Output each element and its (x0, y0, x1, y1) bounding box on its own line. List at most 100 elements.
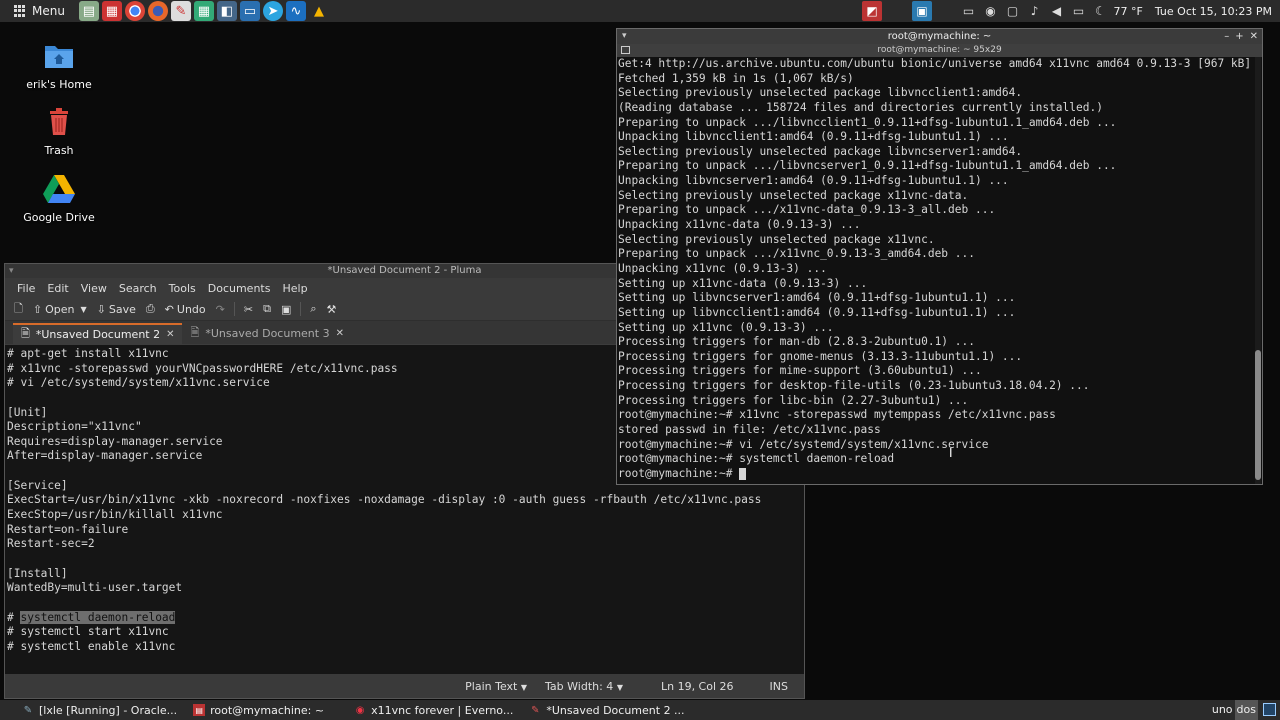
menu-help[interactable]: Help (276, 282, 313, 295)
save-button[interactable]: ⇩ Save (94, 299, 139, 319)
weather-icon[interactable]: ☾ (1092, 3, 1110, 19)
copy-button[interactable]: ⧉ (260, 299, 274, 319)
waveform-icon[interactable]: ∿ (285, 1, 306, 21)
open-button[interactable]: ⇧ Open ▼ (30, 299, 90, 319)
maximize-icon[interactable]: + (1235, 29, 1243, 44)
google-drive-icon[interactable]: ▲ (309, 1, 329, 21)
terminal-tab-header[interactable]: root@mymachine: ~ 95x29 (617, 44, 1262, 57)
desktop-icon-trash[interactable]: Trash (11, 104, 107, 157)
terminal-scrollbar[interactable] (1255, 57, 1261, 484)
terminal-prompt-line: root@mymachine:~# (618, 467, 1253, 482)
print-icon: ⎙ (145, 302, 155, 315)
print-button[interactable]: ⎙ (143, 299, 158, 319)
language-label: Plain Text (465, 679, 518, 693)
editor-line: # systemctl enable x11vnc (7, 639, 176, 653)
terminal-output[interactable]: Get:4 http://us.archive.ubuntu.com/ubunt… (617, 57, 1254, 484)
desktop-icon-google-drive[interactable]: Google Drive (11, 171, 107, 224)
workspace-uno[interactable]: uno (1210, 700, 1235, 720)
text-editor-icon: ✎ (531, 704, 540, 716)
menu-search[interactable]: Search (113, 282, 163, 295)
close-icon[interactable]: ✕ (336, 328, 344, 339)
menu-view[interactable]: View (75, 282, 113, 295)
monitor-icon[interactable]: ▭ (1070, 3, 1088, 19)
menu-file[interactable]: File (11, 282, 41, 295)
terminal-line: root@mymachine:~# vi /etc/systemd/system… (618, 437, 989, 451)
terminal-line: Preparing to unpack .../libvncclient1_0.… (618, 115, 1117, 129)
weather-temp[interactable]: 77 °F (1114, 5, 1143, 18)
menu-tools[interactable]: Tools (163, 282, 202, 295)
toolbar-separator (233, 302, 235, 316)
editor-line: Restart=on-failure (7, 522, 129, 536)
document-icon: 🗎 (21, 327, 30, 340)
window-menu-icon[interactable]: ▾ (622, 29, 627, 44)
menu-button[interactable]: Menu (0, 0, 73, 22)
text-editor-icon[interactable]: ✎ (170, 1, 191, 21)
pluma-statusbar: Plain Text ▼ Tab Width: 4 ▼ Ln 19, Col 2… (5, 674, 804, 698)
workspace-dos[interactable]: dos (1234, 700, 1258, 720)
firefox-icon[interactable] (147, 1, 168, 21)
menu-edit[interactable]: Edit (41, 282, 74, 295)
telegram-icon[interactable]: ➤ (262, 1, 283, 21)
terminal-line: Unpacking libvncclient1:amd64 (0.9.11+df… (618, 130, 1009, 144)
tab-width-selector[interactable]: Tab Width: 4 ▼ (545, 680, 623, 693)
desktop-icon-home[interactable]: erik's Home (11, 38, 107, 91)
close-icon[interactable]: ✕ (166, 329, 174, 340)
editor-line: ExecStart=/usr/bin/x11vnc -xkb -noxrecor… (7, 493, 762, 507)
camera-icon[interactable]: ◉ (982, 3, 1000, 19)
new-document-button[interactable]: 🗋 (11, 299, 26, 319)
undo-button[interactable]: ↶ Undo (162, 299, 209, 319)
terminal-line: Processing triggers for libc-bin (2.27-3… (618, 393, 969, 407)
presentation-icon[interactable]: ▦ (101, 1, 122, 21)
cursor-position: Ln 19, Col 26 (660, 679, 734, 693)
volume-icon[interactable]: ◀ (1048, 3, 1066, 19)
scrollbar-thumb[interactable] (1255, 350, 1261, 480)
window-menu-icon[interactable]: ▾ (9, 264, 14, 278)
network-icon[interactable]: ▭ (960, 3, 978, 19)
window-app-icon[interactable]: ▣ (912, 1, 932, 21)
replace-button[interactable]: ⚒ (324, 299, 340, 319)
terminal-line: Get:4 http://us.archive.ubuntu.com/ubunt… (618, 57, 1252, 70)
paste-button[interactable]: ▣ (278, 299, 294, 319)
task-virtualbox[interactable]: ✎ [lxle [Running] - Oracle... (0, 700, 185, 720)
terminal-line: root@mymachine:~# systemctl daemon-reloa… (618, 452, 895, 466)
cut-button[interactable]: ✂ (241, 299, 256, 319)
terminal-line: (Reading database ... 158724 files and d… (618, 100, 1103, 114)
display-icon[interactable]: ▢ (1004, 3, 1022, 19)
chrome-icon[interactable] (124, 1, 145, 21)
virtualbox-icon: ✎ (23, 704, 33, 716)
redo-button[interactable]: ↷ (213, 299, 228, 319)
tab-unsaved-document-3[interactable]: 🗎 *Unsaved Document 3 ✕ (182, 323, 351, 344)
task-pluma[interactable]: ✎ *Unsaved Document 2 ... (521, 700, 692, 720)
minimize-icon[interactable]: – (1224, 29, 1229, 44)
show-desktop-icon[interactable] (1263, 703, 1276, 716)
terminal-icon (621, 46, 630, 54)
clock[interactable]: Tue Oct 15, 10:23 PM (1155, 5, 1272, 18)
task-label: [lxle [Running] - Oracle... (39, 703, 178, 717)
terminal-subtitle: root@mymachine: ~ 95x29 (877, 45, 1002, 55)
screenshot-icon[interactable]: ◧ (216, 1, 237, 21)
terminal-line: Processing triggers for gnome-menus (3.1… (618, 349, 1023, 363)
close-icon[interactable]: ✕ (1250, 29, 1258, 44)
files-icon[interactable]: ▤ (78, 1, 99, 21)
task-terminal[interactable]: ▤ root@mymachine: ~ (185, 700, 332, 720)
remote-desktop-icon[interactable]: ▭ (239, 1, 260, 21)
task-everno[interactable]: ◉ x11vnc forever | Everno... (346, 700, 521, 720)
menu-documents[interactable]: Documents (202, 282, 277, 295)
window-app-icon[interactable]: ◩ (862, 1, 882, 21)
terminal-line: Unpacking x11vnc-data (0.9.13-3) ... (618, 218, 861, 232)
terminal-titlebar[interactable]: ▾ root@mymachine: ~ – + ✕ (617, 29, 1262, 44)
save-label: Save (108, 302, 136, 316)
google-drive-icon (41, 171, 77, 207)
open-icon: ⇧ (32, 302, 43, 316)
desktop-icon-label: Google Drive (23, 211, 95, 224)
find-button[interactable]: ⌕ (307, 299, 319, 319)
microphone-icon[interactable]: ♪ (1026, 3, 1044, 19)
spreadsheet-icon[interactable]: ▦ (193, 1, 214, 21)
undo-icon: ↶ (164, 302, 174, 316)
terminal-line: Selecting previously unselected package … (618, 144, 1023, 158)
language-selector[interactable]: Plain Text ▼ (465, 680, 527, 693)
tab-unsaved-document-2[interactable]: 🗎 *Unsaved Document 2 ✕ (13, 323, 183, 344)
menu-label: Menu (32, 4, 65, 18)
top-panel: Menu ▤ ▦ ✎ ▦ ◧ ▭ ➤ ∿ ▲ ◩ ▣ ▭ ◉ ▢ ♪ ◀ ▭ ☾… (0, 0, 1280, 22)
